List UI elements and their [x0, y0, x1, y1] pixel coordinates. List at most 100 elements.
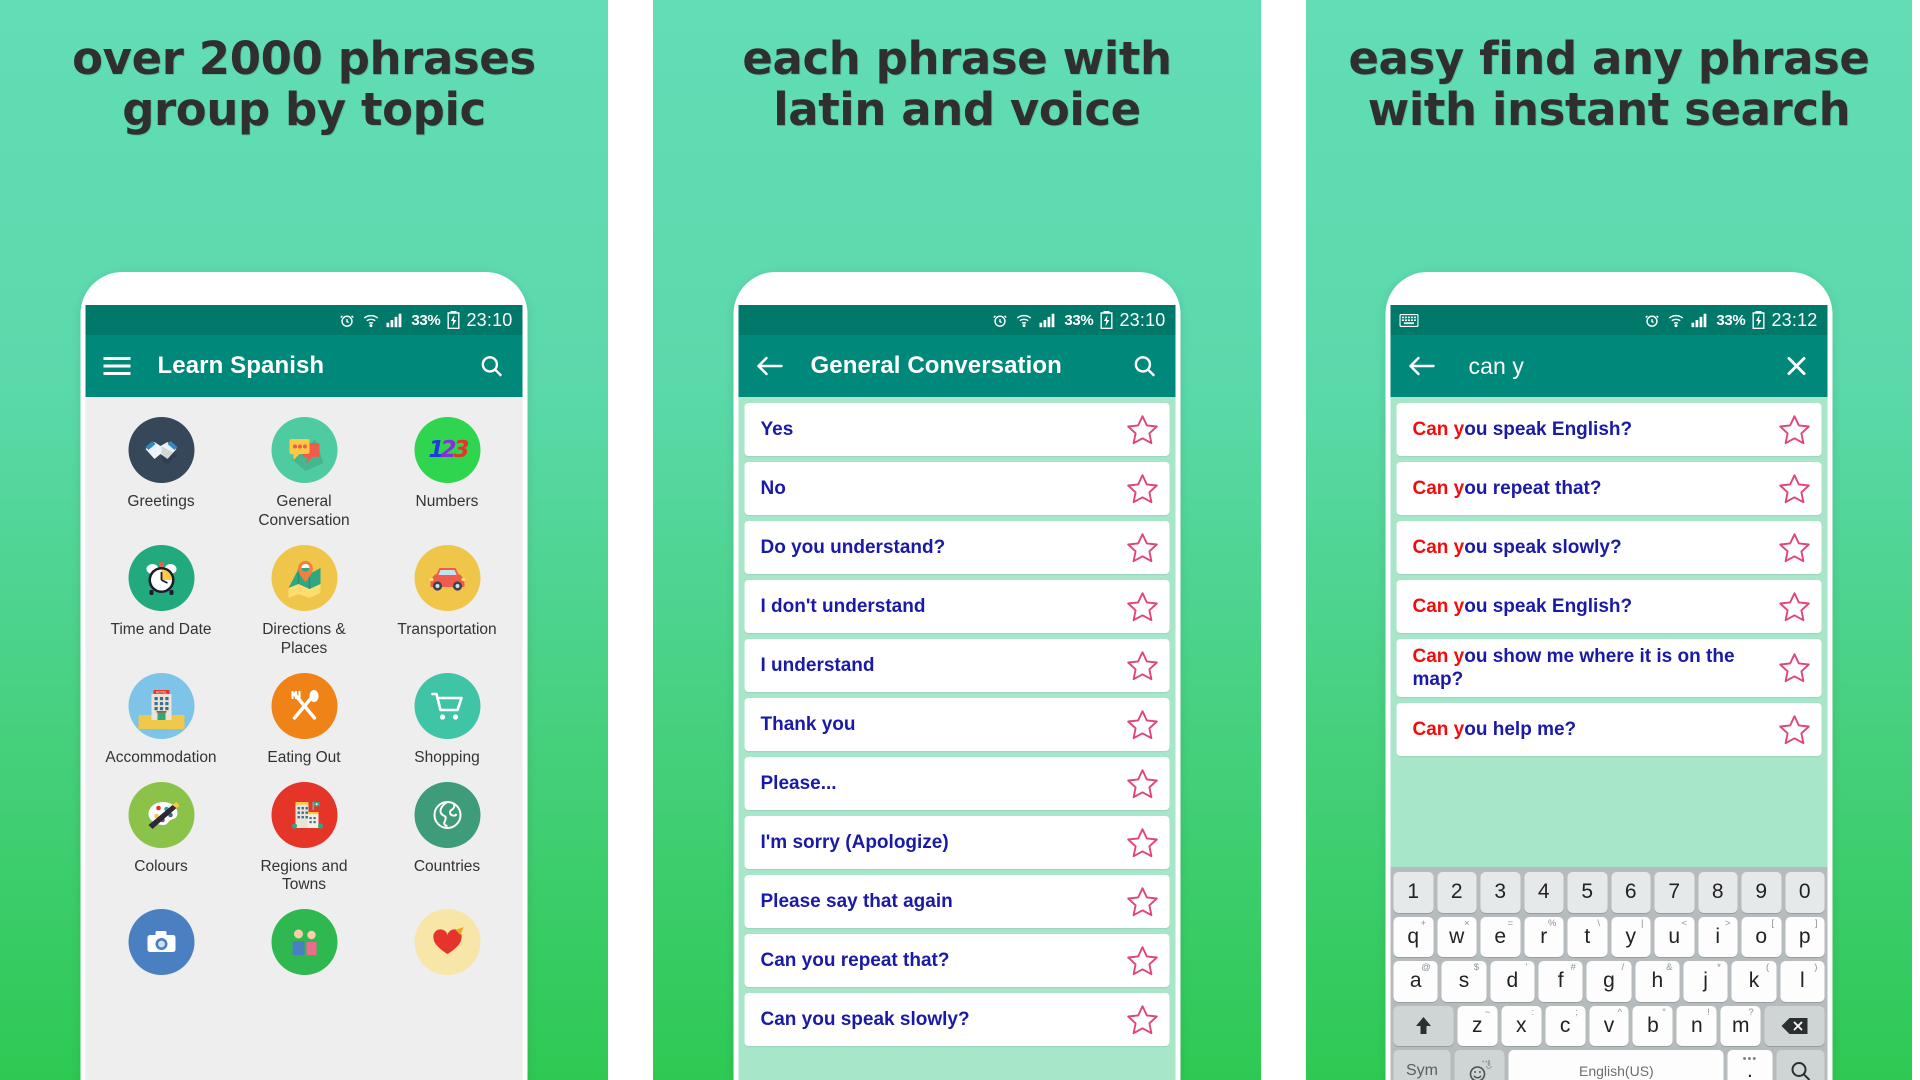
grid-item-greetings[interactable]: Greetings: [90, 409, 233, 531]
favorite-star-icon[interactable]: [1126, 1003, 1160, 1037]
favorite-star-icon[interactable]: [1126, 472, 1160, 506]
key-9[interactable]: 9: [1741, 872, 1781, 913]
grid-item-transportation[interactable]: Transportation: [376, 537, 519, 659]
search-result-row[interactable]: Can you speak slowly?: [1396, 521, 1822, 574]
search-result-row[interactable]: Can you show me where it is on the map?: [1396, 639, 1822, 698]
grid-item-regions-and-towns[interactable]: Regions and Towns: [233, 774, 376, 896]
key-s[interactable]: $ s: [1441, 961, 1487, 1002]
key-8[interactable]: 8: [1698, 872, 1738, 913]
key-1[interactable]: 1: [1393, 872, 1433, 913]
phrase-row[interactable]: I'm sorry (Apologize): [744, 816, 1170, 869]
key-h[interactable]: & h: [1635, 961, 1680, 1002]
phrase-row[interactable]: Thank you: [744, 698, 1170, 751]
search-input[interactable]: can y: [1469, 353, 1524, 380]
search-result-row[interactable]: Can you repeat that?: [1396, 462, 1822, 515]
grid-item-photos[interactable]: [90, 901, 233, 985]
grid-item-directions-places[interactable]: Directions & Places: [233, 537, 376, 659]
emoji-smiley-icon[interactable]: [1454, 1050, 1505, 1080]
search-result-row[interactable]: Can you speak English?: [1396, 580, 1822, 633]
grid-item-family[interactable]: [233, 901, 376, 985]
favorite-star-icon[interactable]: [1778, 590, 1812, 624]
phrase-row[interactable]: Can you repeat that?: [744, 934, 1170, 987]
close-icon[interactable]: [1782, 351, 1812, 381]
key-j[interactable]: * j: [1683, 961, 1728, 1002]
favorite-star-icon[interactable]: [1126, 649, 1160, 683]
search-result-row[interactable]: Can you help me?: [1396, 703, 1822, 757]
hamburger-menu-icon[interactable]: [102, 351, 132, 381]
back-arrow-icon[interactable]: [1407, 351, 1437, 381]
key-2[interactable]: 2: [1437, 872, 1477, 913]
key-b[interactable]: ° b: [1632, 1005, 1673, 1047]
key-sym[interactable]: Sym: [1393, 1050, 1451, 1080]
search-icon[interactable]: [477, 351, 507, 381]
favorite-star-icon[interactable]: [1126, 590, 1160, 624]
favorite-star-icon[interactable]: [1126, 531, 1160, 565]
key-symbol-hint: ~: [1484, 1006, 1491, 1018]
favorite-star-icon[interactable]: [1126, 826, 1160, 860]
grid-item-colours[interactable]: Colours: [90, 774, 233, 896]
grid-item-time-and-date[interactable]: Time and Date: [90, 537, 233, 659]
grid-item-shopping[interactable]: Shopping: [376, 665, 519, 768]
grid-item-numbers[interactable]: 1 2 3 Numbers: [376, 409, 519, 531]
back-arrow-icon[interactable]: [755, 351, 785, 381]
key-t[interactable]: \ t: [1567, 916, 1607, 958]
search-icon[interactable]: [1130, 351, 1160, 381]
key-z[interactable]: ~ z: [1457, 1005, 1498, 1047]
key-g[interactable]: / g: [1586, 961, 1632, 1002]
spacebar-language-key[interactable]: English(US): [1508, 1050, 1724, 1080]
key-d[interactable]: ' d: [1490, 961, 1535, 1002]
favorite-star-icon[interactable]: [1126, 708, 1160, 742]
backspace-icon[interactable]: [1764, 1005, 1825, 1047]
key-3[interactable]: 3: [1480, 872, 1520, 913]
favorite-star-icon[interactable]: [1778, 413, 1812, 447]
phrase-row[interactable]: I don't understand: [744, 580, 1170, 633]
phrase-row[interactable]: I understand: [744, 639, 1170, 692]
favorite-star-icon[interactable]: [1126, 944, 1160, 978]
key-c[interactable]: ; c: [1545, 1005, 1586, 1047]
key-o[interactable]: [o: [1741, 916, 1781, 958]
phrase-row[interactable]: Please...: [744, 757, 1170, 810]
favorite-star-icon[interactable]: [1778, 472, 1812, 506]
key-7[interactable]: 7: [1654, 872, 1694, 913]
phrase-row[interactable]: Can you speak slowly?: [744, 993, 1170, 1046]
favorite-star-icon[interactable]: [1778, 651, 1812, 685]
favorite-star-icon[interactable]: [1778, 713, 1812, 747]
phrase-row[interactable]: No: [744, 462, 1170, 515]
grid-item-eating-out[interactable]: Eating Out: [233, 665, 376, 768]
key-period[interactable]: •••.: [1727, 1050, 1773, 1080]
key-a[interactable]: @ a: [1393, 961, 1438, 1002]
search-result-row[interactable]: Can you speak English?: [1396, 403, 1822, 456]
key-6[interactable]: 6: [1611, 872, 1651, 913]
phrase-row[interactable]: Do you understand?: [744, 521, 1170, 574]
search-icon[interactable]: [1776, 1050, 1825, 1080]
grid-item-general-conversation[interactable]: General Conversation: [233, 409, 376, 531]
favorite-star-icon[interactable]: [1778, 531, 1812, 565]
key-k[interactable]: (k: [1731, 961, 1777, 1002]
key-4[interactable]: 4: [1524, 872, 1564, 913]
key-q[interactable]: + q: [1393, 916, 1433, 958]
key-f[interactable]: # f: [1538, 961, 1583, 1002]
key-i[interactable]: > i: [1698, 916, 1738, 958]
key-n[interactable]: ! n: [1676, 1005, 1717, 1047]
key-v[interactable]: ^ v: [1589, 1005, 1629, 1047]
key-x[interactable]: :x: [1501, 1005, 1542, 1047]
key-m[interactable]: ? m: [1720, 1005, 1761, 1047]
grid-item-countries[interactable]: Countries: [376, 774, 519, 896]
key-y[interactable]: | y: [1611, 916, 1651, 958]
favorite-star-icon[interactable]: [1126, 413, 1160, 447]
key-5[interactable]: 5: [1567, 872, 1607, 913]
shift-up-arrow-icon[interactable]: [1393, 1005, 1454, 1047]
key-p[interactable]: ] p: [1785, 916, 1825, 958]
grid-item-love[interactable]: [376, 901, 519, 985]
key-0[interactable]: 0: [1785, 872, 1825, 913]
grid-item-accommodation[interactable]: HOTEL Accommodation: [90, 665, 233, 768]
favorite-star-icon[interactable]: [1126, 767, 1160, 801]
key-u[interactable]: < u: [1654, 916, 1694, 958]
key-l[interactable]: ) l: [1780, 961, 1825, 1002]
key-r[interactable]: % r: [1524, 916, 1564, 958]
key-w[interactable]: × w: [1437, 916, 1477, 958]
favorite-star-icon[interactable]: [1126, 885, 1160, 919]
phrase-row[interactable]: Yes: [744, 403, 1170, 456]
key-e[interactable]: = e: [1480, 916, 1520, 958]
phrase-row[interactable]: Please say that again: [744, 875, 1170, 928]
